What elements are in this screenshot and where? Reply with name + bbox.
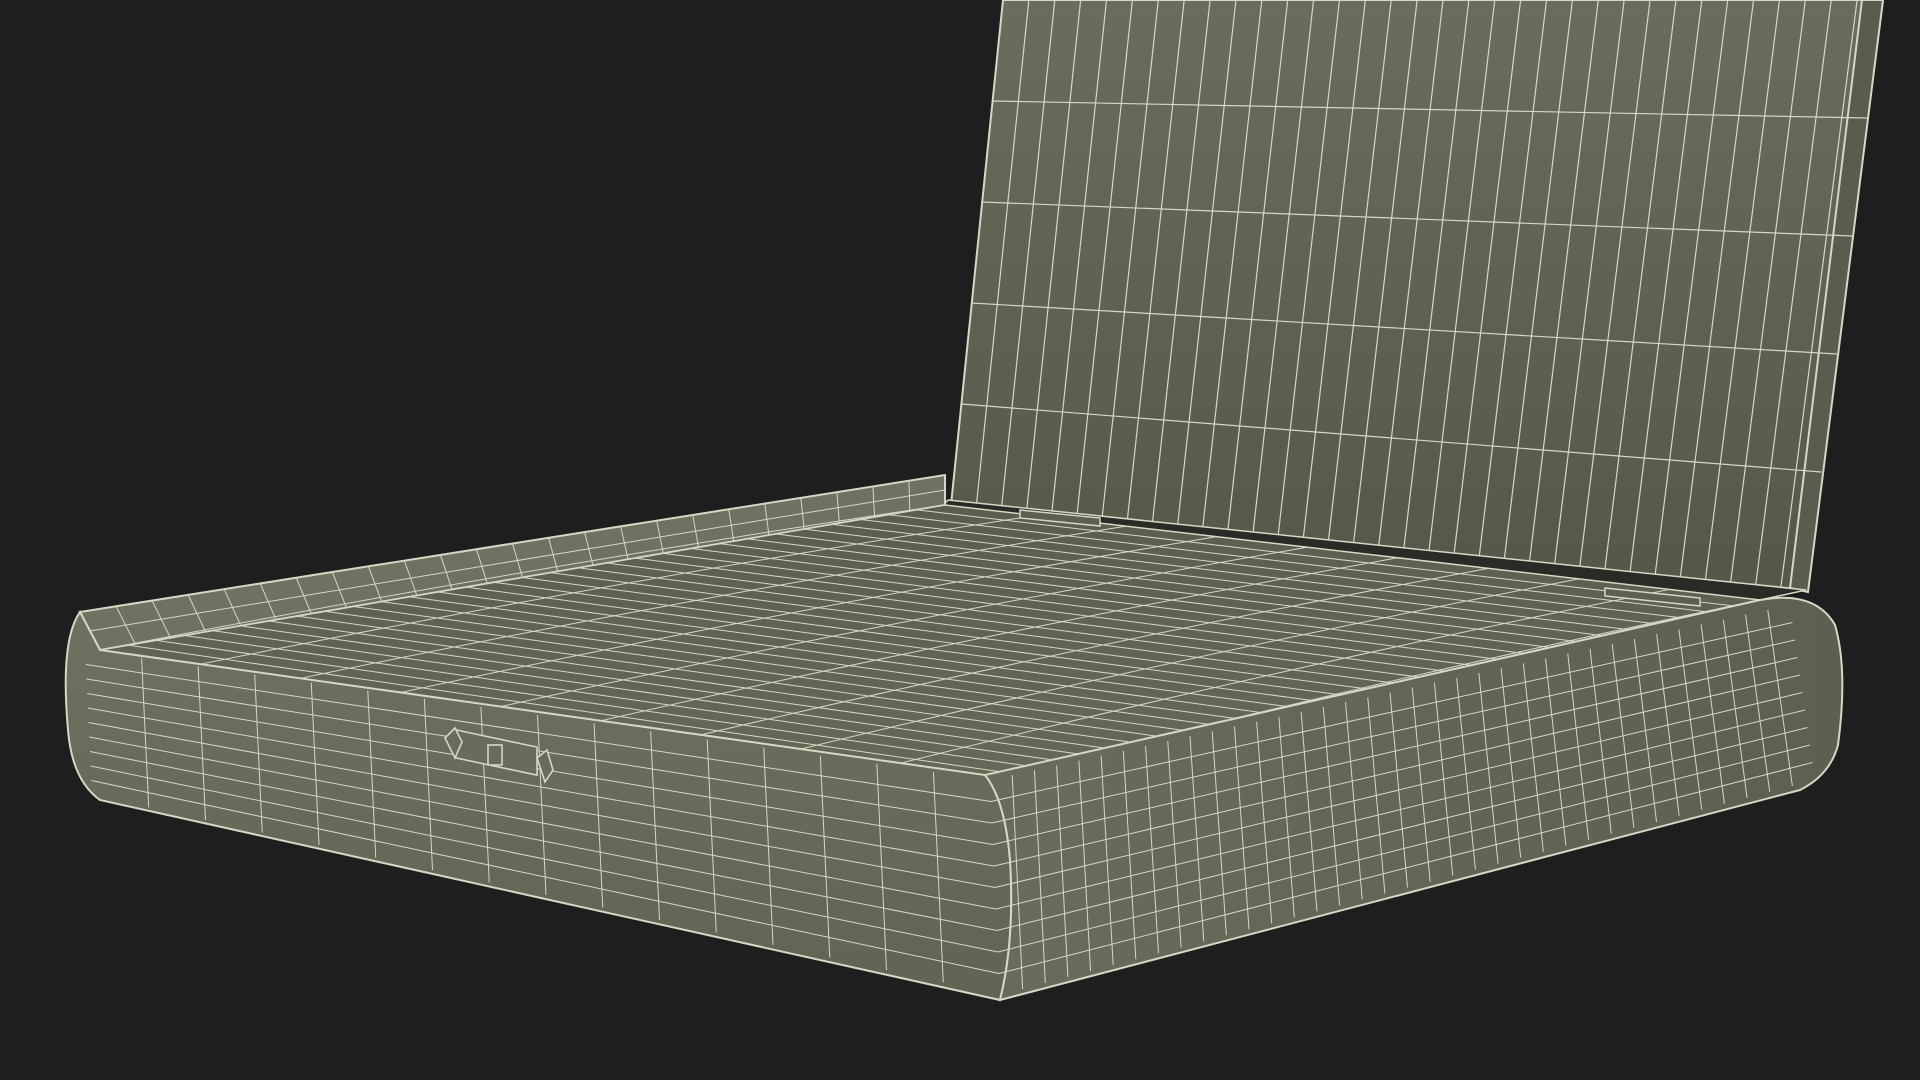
lid-panel [949, 0, 1885, 592]
render-viewport [0, 0, 1920, 1080]
box-lid [949, 0, 1885, 594]
wireframe-model [64, 0, 1885, 1002]
